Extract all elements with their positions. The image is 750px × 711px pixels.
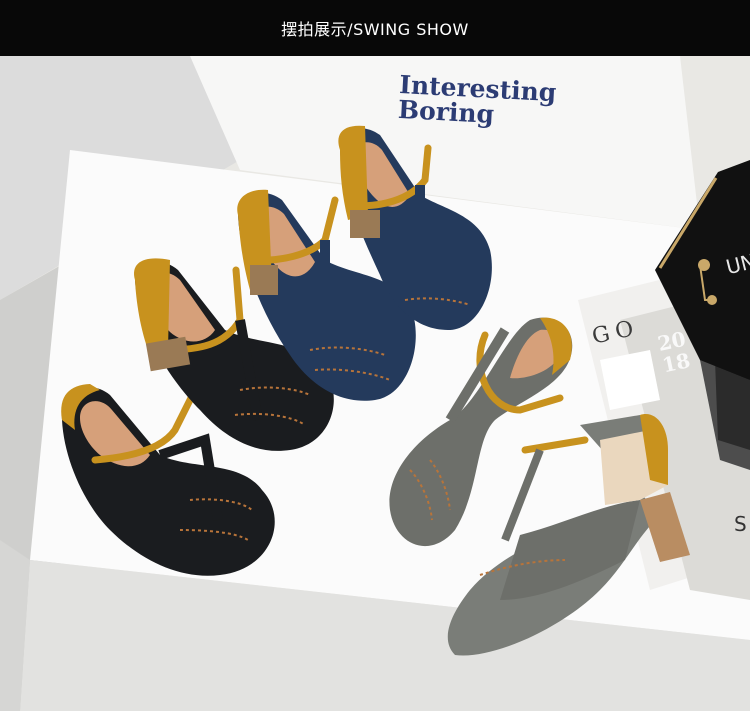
header-title: 摆拍展示/SWING SHOW xyxy=(281,20,469,39)
product-photo xyxy=(0,56,750,711)
magazine-year-line2: 18 xyxy=(660,348,693,378)
box-print: Interesting Boring xyxy=(397,70,557,130)
magazine-edge-letter: S xyxy=(734,512,747,536)
header-bar: 摆拍展示/SWING SHOW xyxy=(0,0,750,56)
